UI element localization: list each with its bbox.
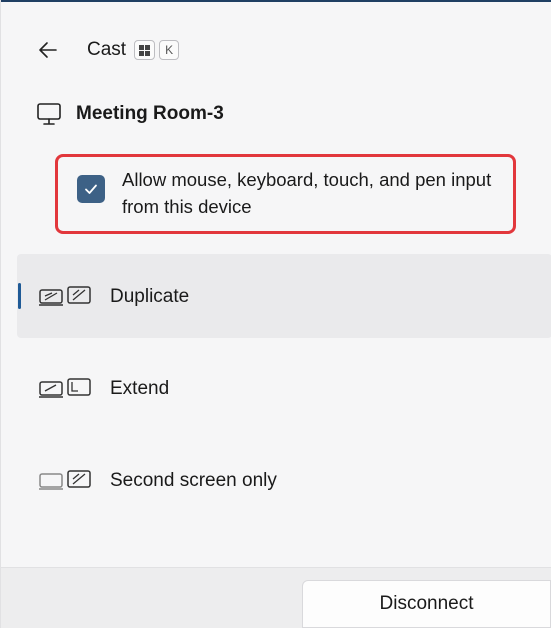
allow-input-label: Allow mouse, keyboard, touch, and pen in… <box>122 169 492 217</box>
windows-logo-icon <box>139 44 151 56</box>
allow-input-checkbox[interactable] <box>77 175 105 203</box>
checkmark-icon <box>85 184 97 194</box>
connected-device: Meeting Room-3 <box>36 101 224 127</box>
mode-label-duplicate: Duplicate <box>110 286 190 307</box>
extend-display-icon <box>39 378 91 398</box>
second-screen-only-icon <box>39 470 91 490</box>
top-accent-bar <box>1 0 551 2</box>
back-button[interactable] <box>35 37 61 63</box>
selection-indicator <box>18 283 21 309</box>
arrow-left-icon <box>39 42 57 58</box>
cast-panel: Cast K Meeting Room-3 Allow mouse, keybo… <box>0 0 551 628</box>
monitor-icon <box>37 103 61 125</box>
mode-option-extend[interactable]: Extend <box>17 346 551 430</box>
cast-header: Cast K <box>35 37 180 63</box>
mode-label-second-screen-only: Second screen only <box>110 470 277 491</box>
disconnect-button[interactable]: Disconnect <box>302 580 551 628</box>
k-key-badge: K <box>159 40 180 60</box>
windows-key-badge <box>134 40 156 60</box>
device-name: Meeting Room-3 <box>76 103 224 124</box>
duplicate-display-icon <box>39 286 91 306</box>
mode-label-extend: Extend <box>110 378 170 399</box>
mode-option-duplicate[interactable]: Duplicate <box>17 254 551 338</box>
page-title: Cast <box>87 39 127 60</box>
mode-option-second-screen-only[interactable]: Second screen only <box>17 438 551 522</box>
